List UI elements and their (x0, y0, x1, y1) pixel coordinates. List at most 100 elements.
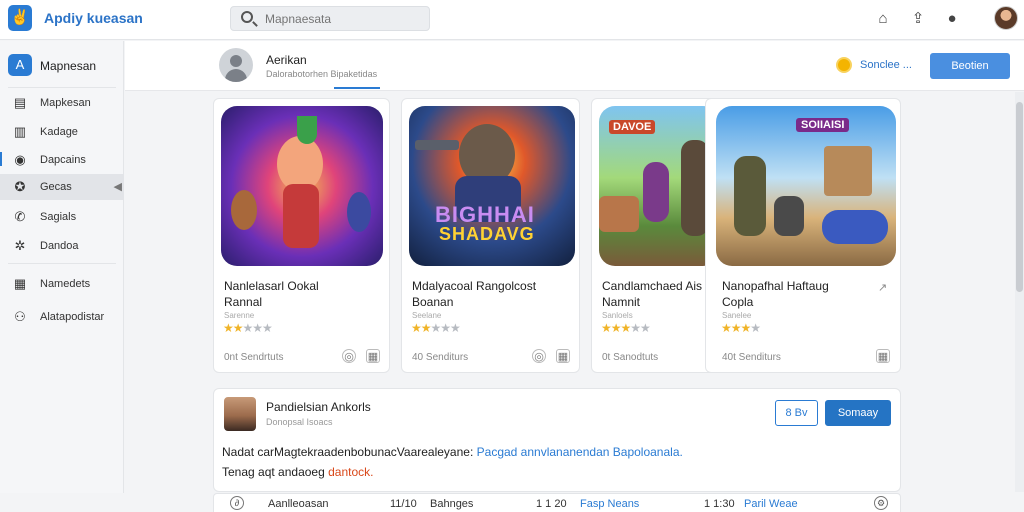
sidebar-item-alatapodistar[interactable]: ⚇ Alatapodistar (0, 304, 124, 330)
post-author-name[interactable]: Pandielsian Ankorls (266, 400, 371, 414)
game-title[interactable]: Candlamchaed Ais (602, 279, 702, 293)
post-primary-button[interactable]: Somaay (825, 400, 891, 426)
gear-icon: ✲ (14, 238, 26, 253)
game-count: 0nt Sendrtuts (224, 352, 284, 363)
star-icon: ★★ (630, 321, 650, 335)
divider (8, 87, 116, 88)
calendar-icon[interactable]: ▦ (366, 349, 380, 363)
row-cell: 1 1 20 (536, 498, 567, 510)
app-logo-icon[interactable]: ✌ (8, 5, 32, 31)
game-meta: Sarenne (224, 311, 255, 320)
sidebar-item-dandoa[interactable]: ✲ Dandoa (0, 233, 124, 259)
sidebar: A Mapnesan ▤ Mapkesan ▥ Kadage ◉ Dapcain… (0, 41, 124, 493)
scrollbar-thumb[interactable] (1016, 102, 1023, 292)
profile-subtitle: Dalorabotorhen Bipaketidas (266, 69, 378, 79)
post-secondary-button[interactable]: 8 Bv (775, 400, 818, 426)
cover-text: DAVOE (609, 120, 656, 134)
app-title: Apdiy kueasan (44, 10, 143, 26)
calendar-icon[interactable]: ▦ (876, 349, 890, 363)
sidebar-item-label: Dapcains (40, 154, 86, 166)
search-icon (241, 11, 253, 23)
star-icon: ★★ (411, 321, 431, 335)
share-icon[interactable]: ⇪ (909, 10, 927, 28)
game-count: 40t Senditurs (722, 352, 781, 363)
app-icon: A (8, 54, 32, 76)
star-icon: ★ (750, 321, 761, 335)
star-rating: ★★★★★ (601, 321, 651, 335)
info-icon[interactable]: ◎ (532, 349, 546, 363)
row-cell: Bahnges (430, 498, 474, 510)
circle-icon: ◉ (14, 152, 26, 167)
row-link[interactable]: Paril Weae (744, 498, 798, 510)
share-icon[interactable]: ↗ (878, 281, 887, 294)
sidebar-header[interactable]: A Mapnesan (0, 51, 124, 81)
star-rating: ★★★★ (721, 321, 761, 335)
gamepad-icon: ✪ (14, 179, 26, 194)
coin-icon (836, 57, 852, 73)
game-subtitle: Copla (722, 295, 754, 309)
post-highlight[interactable]: dantock. (328, 465, 373, 479)
phone-icon: ✆ (14, 209, 26, 224)
grid-icon: ▦ (13, 276, 27, 291)
search-bar[interactable] (230, 6, 430, 31)
star-icon: ★★★ (721, 321, 751, 335)
row-cell: Aanlleoasan (268, 498, 329, 510)
sidebar-item-label: Sagials (40, 211, 77, 223)
game-cover-image[interactable] (221, 106, 383, 266)
game-subtitle: Namnit (602, 295, 641, 309)
sidebar-item-label: Dandoa (40, 240, 79, 252)
game-card[interactable]: BIGHHAI SHADAVG Mdalyacoal Rangolcost Bo… (401, 98, 580, 373)
bottom-list-row[interactable]: ∂ Aanlleoasan 11/10 Bahnges 1 1 20 Fasp … (213, 493, 901, 512)
row-cell: 11/10 (390, 498, 417, 510)
game-cover-image[interactable]: SOIIAISI (716, 106, 896, 266)
chevron-left-icon: ◀ (113, 181, 122, 193)
active-tab-indicator (334, 87, 380, 89)
post-author-subtitle: Donopsal Isoacs (266, 417, 333, 427)
game-title[interactable]: Nanlelasarl Ookal (224, 279, 319, 293)
game-subtitle: Rannal (224, 295, 263, 309)
divider (8, 263, 116, 264)
post-card: Pandielsian Ankorls Donopsal Isoacs 8 Bv… (213, 388, 901, 492)
post-link[interactable]: Pacgad annvlananendan Bapoloanala. (477, 445, 683, 459)
notification-icon[interactable]: ● (943, 10, 961, 28)
game-card[interactable]: DAVOE Candlamchaed Ais Namnit Sanloels ★… (591, 98, 721, 373)
game-cover-image[interactable]: DAVOE (599, 106, 719, 266)
game-count: 0t Sanodtuts (602, 352, 659, 363)
star-icon: ★★★ (430, 321, 461, 335)
sidebar-item-namedets[interactable]: ▦ Namedets (0, 271, 124, 297)
sidebar-item-kadage[interactable]: ▥ Kadage (0, 119, 124, 145)
sidebar-item-sagials[interactable]: ✆ Sagials (0, 204, 124, 230)
user-avatar[interactable] (994, 6, 1018, 30)
people-icon: ⚇ (14, 309, 26, 324)
bookmark-icon[interactable]: ∂ (230, 496, 244, 510)
post-text: Nadat carMagtekraadenbobunacVaarealeyane… (222, 445, 474, 459)
calendar-icon[interactable]: ▦ (556, 349, 570, 363)
top-bar: ✌ Apdiy kueasan ⌂ ⇪ ● (0, 0, 1024, 40)
profile-name: Aerikan (266, 53, 307, 67)
coin-label[interactable]: Sonclee ... (860, 59, 912, 71)
sidebar-item-dapcains[interactable]: ◉ Dapcains (0, 147, 124, 173)
post-author-avatar[interactable] (224, 397, 256, 431)
game-cover-image[interactable]: BIGHHAI SHADAVG (409, 106, 575, 266)
sidebar-item-label: Mapkesan (40, 97, 91, 109)
cover-text: SOIIAISI (796, 118, 850, 132)
header-action-button[interactable]: Beotien (930, 53, 1010, 79)
sidebar-item-gecas[interactable]: ✪ Gecas ◀ (0, 174, 124, 200)
game-meta: Sanelee (722, 311, 752, 320)
game-title[interactable]: Nanopafhal Haftaug (722, 279, 829, 293)
profile-avatar[interactable] (219, 48, 253, 82)
post-text-line: Tenag aqt andaoeg dantock. (222, 465, 373, 479)
sidebar-item-label: Kadage (40, 126, 78, 138)
info-icon[interactable]: ◎ (342, 349, 356, 363)
star-rating: ★★★★★ (411, 321, 461, 335)
settings-icon[interactable]: ⚙ (874, 496, 888, 510)
game-title[interactable]: Mdalyacoal Rangolcost (412, 279, 536, 293)
search-input[interactable] (265, 10, 425, 28)
game-card[interactable]: SOIIAISI Nanopafhal Haftaug ↗ Copla Sane… (705, 98, 901, 373)
game-card[interactable]: Nanlelasarl Ookal Rannal Sarenne ★★★★★ 0… (213, 98, 390, 373)
home-icon[interactable]: ⌂ (874, 10, 892, 28)
post-text: Tenag aqt andaoeg (222, 465, 325, 479)
sidebar-item-mapkesan[interactable]: ▤ Mapkesan (0, 90, 124, 116)
row-link[interactable]: Fasp Neans (580, 498, 639, 510)
profile-header: Aerikan Dalorabotorhen Bipaketidas Soncl… (125, 41, 1024, 91)
